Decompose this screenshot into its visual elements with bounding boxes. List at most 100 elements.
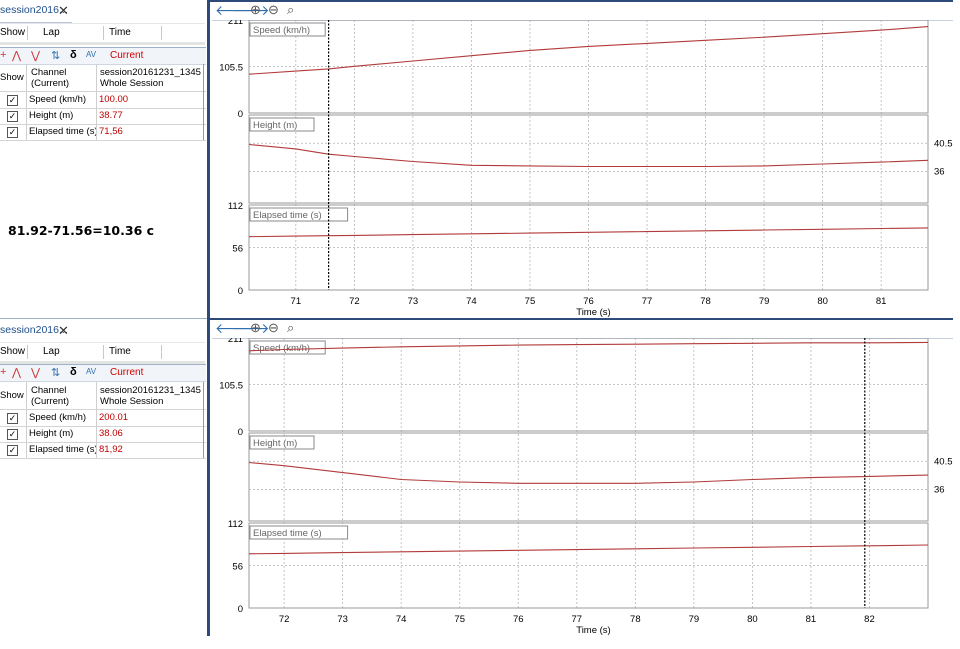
channel-header-scope: Whole Session bbox=[100, 396, 164, 407]
channel-label: Speed (km/h) bbox=[253, 343, 310, 354]
channel-value: 100.00 bbox=[99, 94, 129, 105]
peak-icon[interactable]: ⋀ bbox=[12, 49, 21, 62]
show-checkbox[interactable]: ✓ bbox=[7, 413, 18, 424]
x-tick-label: 79 bbox=[689, 614, 700, 625]
table-row[interactable]: ✓ Height (m) 38.77 bbox=[0, 108, 206, 125]
table-row[interactable]: ✓ Speed (km/h) 100.00 bbox=[0, 92, 206, 109]
y-tick-label: 0 bbox=[238, 604, 243, 615]
series-line bbox=[248, 143, 929, 168]
delta-icon[interactable]: δ bbox=[70, 49, 77, 61]
x-tick-label: 72 bbox=[349, 296, 360, 307]
channel-value: 38.06 bbox=[99, 428, 123, 439]
y-tick-label-right: 40.5 bbox=[934, 138, 953, 149]
table-row[interactable]: ✓ Height (m) 38.06 bbox=[0, 426, 206, 443]
channel-toolbar-top: + ⋀ ⋁ ⇅ δ AV Current bbox=[0, 47, 206, 65]
channel-value: 81,92 bbox=[99, 444, 123, 455]
telemetry-chart-top[interactable]: 71 72 73 74 75 76 77 78 79 80 81 Time (s) 211 105.5 0 S… bbox=[212, 20, 953, 318]
channel-header-current: (Current) bbox=[31, 396, 70, 407]
channel-value: 71,56 bbox=[99, 126, 123, 137]
lap-table-scroll[interactable] bbox=[0, 42, 205, 45]
x-tick-label: 78 bbox=[630, 614, 641, 625]
close-icon[interactable]: ✕ bbox=[58, 3, 69, 19]
table-row[interactable]: ✓ Elapsed time (s) 81,92 bbox=[0, 442, 206, 459]
close-icon[interactable]: ✕ bbox=[58, 323, 69, 339]
channel-value: 38.77 bbox=[99, 110, 123, 121]
channel-header-channel: Channel bbox=[31, 385, 67, 396]
channel-header-current: (Current) bbox=[31, 78, 70, 89]
channel-name: Speed (km/h) bbox=[29, 94, 87, 105]
zoom-out-icon[interactable]: ⊖ bbox=[268, 320, 279, 336]
zoom-out-icon[interactable]: ⊖ bbox=[268, 2, 279, 18]
channel-name: Elapsed time (s) bbox=[29, 444, 98, 455]
channel-table-header: Show Channel (Current) session20161231_1… bbox=[0, 64, 206, 92]
y-tick-label-right: 40.5 bbox=[934, 456, 953, 467]
y-tick-label: 211 bbox=[228, 20, 243, 27]
x-tick-label: 81 bbox=[806, 614, 817, 625]
valley-icon[interactable]: ⋁ bbox=[31, 366, 40, 379]
channel-header-scope: Whole Session bbox=[100, 78, 164, 89]
range-icon[interactable]: ⇅ bbox=[51, 49, 60, 62]
channel-header-session: session20161231_1345 bbox=[100, 67, 201, 78]
lap-header-lap: Lap bbox=[43, 27, 60, 38]
show-checkbox[interactable]: ✓ bbox=[7, 95, 18, 106]
channel-header-session: session20161231_1345 bbox=[100, 385, 201, 396]
channel-label: Elapsed time (s) bbox=[253, 210, 322, 221]
table-row[interactable]: ✓ Elapsed time (s) 71,56 bbox=[0, 124, 206, 141]
show-checkbox[interactable]: ✓ bbox=[7, 111, 18, 122]
cursor-mark-icon[interactable]: + bbox=[0, 366, 6, 378]
channel-label: Elapsed time (s) bbox=[253, 528, 322, 539]
y-tick-label: 0 bbox=[238, 109, 243, 120]
x-tick-label: 77 bbox=[572, 614, 583, 625]
show-checkbox[interactable]: ✓ bbox=[7, 127, 18, 138]
peak-icon[interactable]: ⋀ bbox=[12, 366, 21, 379]
lap-header-lap: Lap bbox=[43, 346, 60, 357]
show-checkbox[interactable]: ✓ bbox=[7, 445, 18, 456]
bottom-left-panel: session2016... ✕ Show Lap Time + ⋀ ⋁ ⇅ δ… bbox=[0, 318, 208, 649]
channel-table-bottom: Show Channel (Current) session20161231_1… bbox=[0, 382, 206, 459]
x-tick-label: 72 bbox=[279, 614, 290, 625]
valley-icon[interactable]: ⋁ bbox=[31, 49, 40, 62]
channel-table-header: Show Channel (Current) session20161231_1… bbox=[0, 382, 206, 410]
lap-table-header: Show Lap Time bbox=[0, 23, 205, 43]
channel-name: Height (m) bbox=[29, 428, 74, 439]
show-checkbox[interactable]: ✓ bbox=[7, 429, 18, 440]
current-label[interactable]: Current bbox=[110, 367, 143, 378]
zoom-in-icon[interactable]: ⊕ bbox=[250, 320, 261, 336]
y-tick-label: 112 bbox=[228, 519, 243, 530]
current-label[interactable]: Current bbox=[110, 50, 143, 61]
channel-toolbar-bottom: + ⋀ ⋁ ⇅ δ AV Current bbox=[0, 364, 206, 382]
top-left-panel: session2016... ✕ Show Lap Time + ⋀ ⋁ ⇅ δ… bbox=[0, 0, 208, 318]
range-icon[interactable]: ⇅ bbox=[51, 366, 60, 379]
telemetry-chart-bottom[interactable]: 72 73 74 75 76 77 78 79 80 81 82 Time (s) 211 105.5 0 S… bbox=[212, 338, 953, 636]
delta-icon[interactable]: δ bbox=[70, 366, 77, 378]
channel-table-top: Show Channel (Current) session20161231_1… bbox=[0, 64, 206, 141]
zoom-fit-icon[interactable]: ⌕ bbox=[287, 2, 294, 18]
zoom-fit-icon[interactable]: ⌕ bbox=[287, 320, 294, 336]
channel-header-channel: Channel bbox=[31, 67, 67, 78]
table-row[interactable]: ✓ Speed (km/h) 200.01 bbox=[0, 410, 206, 427]
zoom-in-icon[interactable]: ⊕ bbox=[250, 2, 261, 18]
lap-table-header: Show Lap Time bbox=[0, 342, 205, 362]
av-icon[interactable]: AV bbox=[86, 50, 96, 59]
y-tick-label: 105.5 bbox=[219, 63, 243, 74]
y-tick-label: 211 bbox=[228, 338, 243, 345]
x-tick-label: 73 bbox=[408, 296, 419, 307]
left-horizontal-splitter[interactable] bbox=[0, 318, 207, 319]
y-tick-label: 56 bbox=[232, 244, 243, 255]
cursor-mark-icon[interactable]: + bbox=[0, 49, 6, 61]
plot-toolbar-top: 🡐 🡒 ⊕ ⊖ ⌕ bbox=[212, 2, 953, 21]
channel-name: Speed (km/h) bbox=[29, 412, 87, 423]
x-tick-label: 74 bbox=[396, 614, 407, 625]
channel-name: Height (m) bbox=[29, 110, 74, 121]
channel-value: 200.01 bbox=[99, 412, 129, 423]
x-tick-label: 76 bbox=[513, 614, 524, 625]
series-line bbox=[248, 461, 929, 484]
x-tick-label: 77 bbox=[642, 296, 653, 307]
channel-label: Speed (km/h) bbox=[253, 25, 310, 36]
time-difference-note: 81.92-71.56=10.36 с bbox=[8, 223, 155, 238]
x-tick-label: 73 bbox=[337, 614, 348, 625]
y-tick-label-right: 36 bbox=[934, 485, 945, 496]
x-tick-label: 71 bbox=[291, 296, 302, 307]
av-icon[interactable]: AV bbox=[86, 367, 96, 376]
x-tick-label: 75 bbox=[454, 614, 465, 625]
